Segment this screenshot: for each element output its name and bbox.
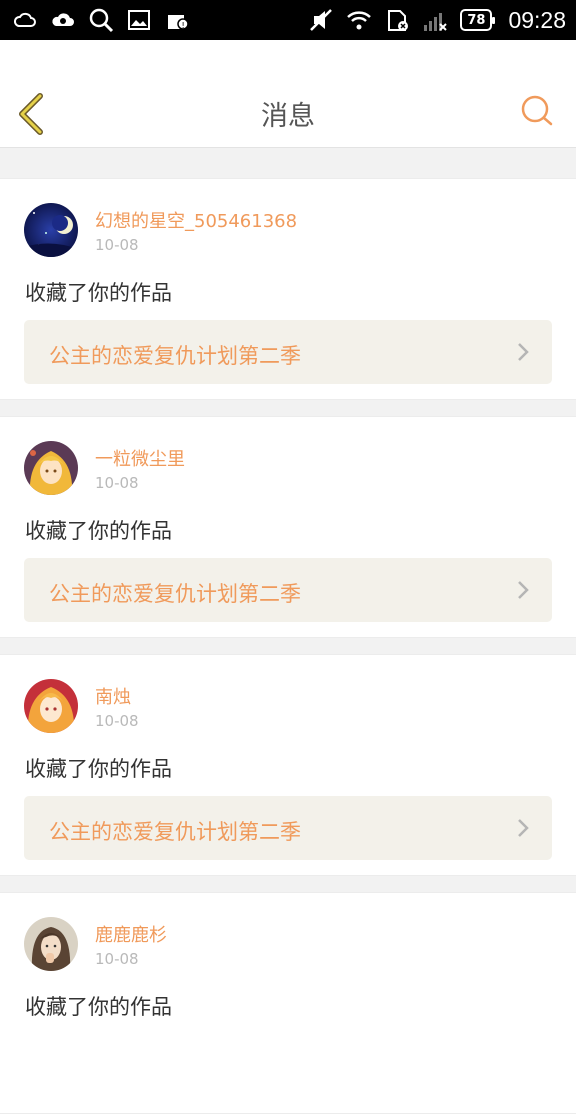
work-link[interactable]: 公主的恋爱复仇计划第二季	[24, 558, 552, 622]
status-bar-left: !	[12, 7, 190, 33]
message-item: 南烛 10-08 收藏了你的作品 公主的恋爱复仇计划第二季	[0, 654, 576, 876]
message-item: 幻想的星空_505461368 10-08 收藏了你的作品 公主的恋爱复仇计划第…	[0, 178, 576, 400]
action-text: 收藏了你的作品	[25, 995, 172, 1019]
anime-girl-orange-avatar-icon	[24, 679, 78, 733]
avatar[interactable]	[24, 917, 78, 971]
work-title: 公主的恋爱复仇计划第二季	[49, 582, 301, 606]
anime-girl-blonde-avatar-icon	[24, 441, 78, 495]
mute-icon	[308, 7, 334, 33]
avatar[interactable]	[24, 441, 78, 495]
battery-level: 78	[460, 9, 496, 31]
username[interactable]: 南烛	[95, 683, 131, 709]
night-moon-avatar-icon	[24, 203, 78, 257]
svg-text:!: !	[182, 21, 185, 30]
avatar[interactable]	[24, 679, 78, 733]
action-text: 收藏了你的作品	[25, 281, 172, 305]
wifi-icon	[346, 7, 372, 33]
message-date: 10-08	[95, 950, 139, 968]
search-icon	[88, 7, 114, 33]
search-icon	[521, 95, 553, 126]
chevron-right-icon	[518, 343, 529, 361]
message-date: 10-08	[95, 236, 139, 254]
page-title: 消息	[261, 101, 315, 132]
username[interactable]: 幻想的星空_505461368	[95, 207, 297, 233]
status-bar-right: 78 09:28	[308, 7, 566, 34]
action-text: 收藏了你的作品	[25, 757, 172, 781]
store-icon: !	[164, 7, 190, 33]
status-time: 09:28	[508, 6, 566, 33]
work-title: 公主的恋爱复仇计划第二季	[49, 820, 301, 844]
sim-icon	[384, 7, 410, 33]
message-item: 一粒微尘里 10-08 收藏了你的作品 公主的恋爱复仇计划第二季	[0, 416, 576, 638]
signal-icon	[422, 7, 448, 33]
username[interactable]: 一粒微尘里	[95, 445, 185, 471]
chevron-right-icon	[518, 819, 529, 837]
avatar[interactable]	[24, 203, 78, 257]
work-link[interactable]: 公主的恋爱复仇计划第二季	[24, 320, 552, 384]
message-item: 鹿鹿鹿杉 10-08 收藏了你的作品	[0, 892, 576, 1114]
action-text: 收藏了你的作品	[25, 519, 172, 543]
work-title: 公主的恋爱复仇计划第二季	[49, 344, 301, 368]
search-button[interactable]	[520, 94, 554, 128]
message-list: 幻想的星空_505461368 10-08 收藏了你的作品 公主的恋爱复仇计划第…	[0, 148, 576, 1114]
app-header: 消息	[0, 40, 576, 148]
message-date: 10-08	[95, 712, 139, 730]
cloud-sync-icon	[50, 7, 76, 33]
cloud-icon	[12, 7, 38, 33]
photo-girl-avatar-icon	[24, 917, 78, 971]
message-date: 10-08	[95, 474, 139, 492]
chevron-right-icon	[518, 581, 529, 599]
status-bar: ! 78 09:28	[0, 0, 576, 40]
username[interactable]: 鹿鹿鹿杉	[95, 921, 167, 947]
work-link[interactable]: 公主的恋爱复仇计划第二季	[24, 796, 552, 860]
image-icon	[126, 7, 152, 33]
